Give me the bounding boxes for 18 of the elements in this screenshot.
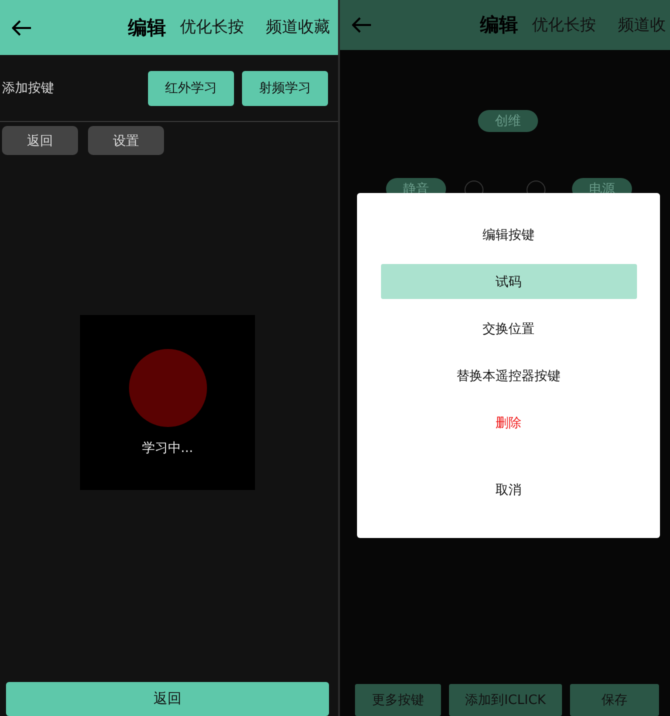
menu-item[interactable]: 删除 [380, 405, 636, 440]
header-action[interactable]: 优化长按 [180, 17, 244, 38]
add-keys-label: 添加按键 [2, 80, 54, 97]
tool-button[interactable]: 设置 [88, 126, 164, 155]
learn-mode-button[interactable]: 红外学习 [148, 70, 234, 106]
header-action[interactable]: 频道收藏 [266, 17, 330, 38]
screen-title: 编辑 [480, 13, 518, 38]
menu-item[interactable]: 交换位置 [380, 311, 636, 346]
menu-item[interactable]: 替换本遥控器按键 [380, 358, 636, 393]
menu-item[interactable]: 试码 [380, 264, 636, 299]
screen-title: 编辑 [128, 16, 166, 40]
learning-status: 学习中... [142, 440, 194, 457]
back-icon[interactable] [12, 20, 32, 36]
tool-button[interactable]: 返回 [2, 126, 78, 155]
menu-item[interactable]: 取消 [380, 472, 636, 507]
menu-item[interactable]: 编辑按键 [380, 217, 636, 252]
back-button[interactable]: 返回 [6, 682, 329, 716]
learn-mode-button[interactable]: 射频学习 [242, 70, 328, 106]
